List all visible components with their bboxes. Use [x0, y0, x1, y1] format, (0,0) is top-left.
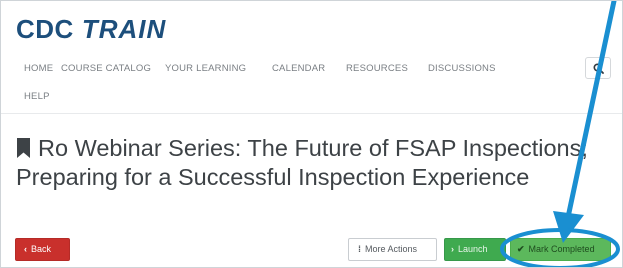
logo-cdc-text: CDC: [16, 14, 74, 44]
launch-button[interactable]: › Launch: [444, 238, 506, 261]
more-actions-label: More Actions: [365, 244, 418, 254]
launch-button-label: Launch: [458, 244, 488, 254]
nav-item-help[interactable]: HELP: [24, 91, 50, 102]
mark-completed-label: Mark Completed: [528, 244, 595, 254]
nav-item-your-learning[interactable]: YOUR LEARNING: [165, 63, 246, 74]
mark-completed-button[interactable]: ✔ Mark Completed: [510, 238, 611, 261]
nav-item-course-catalog[interactable]: COURSE CATALOG: [61, 63, 151, 74]
search-button[interactable]: [585, 57, 611, 79]
checkmark-icon: ✔: [517, 244, 525, 254]
nav-item-resources[interactable]: RESOURCES: [346, 63, 408, 74]
chevron-left-icon: ‹: [24, 244, 27, 254]
nav-item-discussions[interactable]: DISCUSSIONS: [428, 63, 496, 74]
cdc-train-logo[interactable]: CDC TRAIN: [16, 14, 166, 44]
course-title: Ro Webinar Series: The Future of FSAP In…: [16, 134, 616, 192]
chevron-right-icon: ›: [451, 244, 454, 254]
course-title-text: Ro Webinar Series: The Future of FSAP In…: [16, 135, 588, 190]
vertical-ellipsis-icon: ⁞: [358, 244, 361, 254]
back-button-label: Back: [31, 244, 52, 254]
more-actions-button[interactable]: ⁞ More Actions: [348, 238, 437, 261]
logo-train-text: TRAIN: [81, 14, 167, 44]
page-frame: CDC TRAIN HOME COURSE CATALOG YOUR LEARNI…: [0, 0, 623, 268]
bookmark-icon: [17, 138, 30, 158]
header-divider: [1, 113, 622, 114]
back-button[interactable]: ‹ Back: [15, 238, 70, 261]
nav-item-calendar[interactable]: CALENDAR: [272, 63, 325, 74]
nav-item-home[interactable]: HOME: [24, 63, 53, 74]
search-icon: [593, 63, 604, 74]
